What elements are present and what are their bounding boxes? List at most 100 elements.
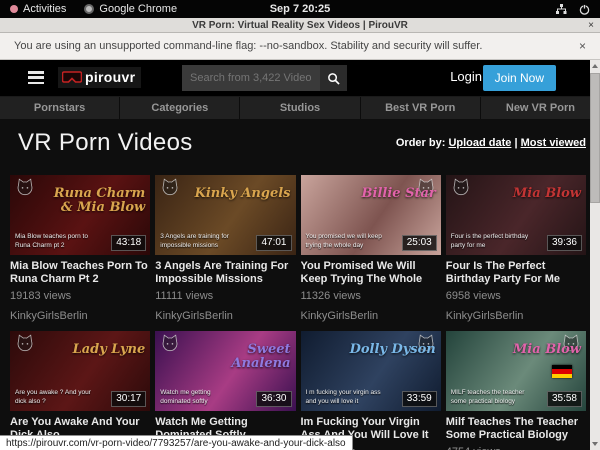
video-studio-link[interactable]: KinkyGirlsBerlin [155, 310, 295, 323]
duration-badge: 35:58 [547, 391, 582, 407]
video-title[interactable]: 3 Angels Are Training For Impossible Mis… [155, 260, 295, 286]
order-upload-date-link[interactable]: Upload date [448, 137, 511, 149]
video-card[interactable]: Sweet Analena Watch me getting dominated… [155, 331, 295, 450]
window-titlebar[interactable]: VR Porn: Virtual Reality Sex Videos | Pi… [0, 18, 600, 33]
video-title[interactable]: You Promised We Will Keep Trying The Who… [301, 260, 441, 286]
thumbnail-caption: Mia Blow teaches porn to Runa Charm pt 2 [15, 233, 96, 250]
video-card[interactable]: Dolly Dyson I m fucking your virgin ass … [301, 331, 441, 450]
main-nav: PornstarsCategoriesStudiosBest VR PornNe… [0, 96, 600, 119]
studio-cat-logo-icon [15, 334, 35, 352]
chrome-infobar: You are using an unsupported command-lin… [0, 33, 600, 60]
thumbnail-performer-name: Billie Star [362, 187, 436, 201]
video-studio-link[interactable]: KinkyGirlsBerlin [446, 310, 586, 323]
nav-item-categories[interactable]: Categories [120, 97, 240, 119]
thumbnail-caption: Watch me getting dominated softly [160, 389, 241, 406]
login-link[interactable]: Login [450, 69, 482, 84]
menu-icon[interactable] [28, 71, 44, 84]
video-thumbnail[interactable]: Billie Star You promised we will keep tr… [301, 175, 441, 255]
video-thumbnail[interactable]: Dolly Dyson I m fucking your virgin ass … [301, 331, 441, 411]
site-header: pirouvr Login Join Now [0, 60, 600, 96]
video-title[interactable]: Mia Blow Teaches Porn To Runa Charm Pt 2 [10, 260, 150, 286]
nav-item-new-vr-porn[interactable]: New VR Porn [481, 97, 600, 119]
network-icon[interactable] [555, 4, 567, 15]
video-thumbnail[interactable]: Mia Blow MILF teaches the teacher some p… [446, 331, 586, 411]
studio-cat-logo-icon [160, 178, 180, 196]
duration-badge: 39:36 [547, 235, 582, 251]
video-thumbnail[interactable]: Kinky Angels 3 Angels are training for i… [155, 175, 295, 255]
video-views: 11111 views [155, 290, 295, 302]
thumbnail-performer-name: Mia Blow [513, 343, 581, 357]
scroll-up-icon[interactable] [590, 60, 600, 72]
screen: Activities Google Chrome Sep 7 20:25 VR … [0, 0, 600, 450]
studio-cat-logo-icon [160, 334, 180, 352]
scrollbar-thumb[interactable] [590, 73, 600, 203]
studio-cat-logo-icon [451, 178, 471, 196]
thumbnail-caption: MILF teaches the teacher some practical … [451, 389, 532, 406]
order-most-viewed-link[interactable]: Most viewed [521, 137, 586, 149]
video-views: 11326 views [301, 290, 441, 302]
search-button[interactable] [320, 65, 347, 91]
video-thumbnail[interactable]: Runa Charm & Mia Blow Mia Blow teaches p… [10, 175, 150, 255]
video-thumbnail[interactable]: Sweet Analena Watch me getting dominated… [155, 331, 295, 411]
vr-goggles-icon [62, 71, 82, 83]
thumbnail-performer-name: Mia Blow [513, 187, 581, 201]
search-bar [182, 65, 347, 91]
infobar-message: You are using an unsupported command-lin… [14, 40, 482, 52]
nav-item-pornstars[interactable]: Pornstars [0, 97, 120, 119]
window-close-icon[interactable]: × [588, 20, 594, 31]
thumbnail-performer-name: Runa Charm & Mia Blow [47, 187, 145, 214]
thumbnail-performer-name: Dolly Dyson [350, 343, 436, 357]
main-content: VR Porn Videos Order by: Upload date | M… [0, 129, 600, 450]
site-logo[interactable]: pirouvr [58, 67, 141, 88]
nav-item-best-vr-porn[interactable]: Best VR Porn [361, 97, 481, 119]
status-url-bubble: https://pirouvr.com/vr-porn-video/779325… [0, 435, 353, 450]
search-icon [327, 72, 340, 85]
thumbnail-caption: 3 Angels are training for impossible mis… [160, 233, 241, 250]
video-title[interactable]: Four Is The Perfect Birthday Party For M… [446, 260, 586, 286]
window-title: VR Porn: Virtual Reality Sex Videos | Pi… [192, 20, 408, 31]
scrollbar[interactable] [590, 60, 600, 450]
search-input[interactable] [182, 65, 320, 91]
video-thumbnail[interactable]: Mia Blow Four is the perfect birthday pa… [446, 175, 586, 255]
studio-cat-logo-icon [15, 178, 35, 196]
duration-badge: 36:30 [256, 391, 291, 407]
video-views: 19183 views [10, 290, 150, 302]
german-flag-icon [552, 365, 572, 378]
thumbnail-performer-name: Sweet Analena [192, 343, 290, 370]
video-card[interactable]: Lady Lyne Are you awake ? And your dick … [10, 331, 150, 450]
duration-badge: 33:59 [402, 391, 437, 407]
logo-text: pirouvr [85, 69, 135, 85]
thumbnail-caption: Four is the perfect birthday party for m… [451, 233, 532, 250]
thumbnail-performer-name: Kinky Angels [195, 187, 291, 201]
os-top-bar: Activities Google Chrome Sep 7 20:25 [0, 0, 600, 18]
video-card[interactable]: Mia Blow MILF teaches the teacher some p… [446, 331, 586, 450]
video-views: 4754 views [446, 446, 586, 450]
order-by-label: Order by: [396, 137, 446, 149]
video-grid: Runa Charm & Mia Blow Mia Blow teaches p… [10, 175, 586, 450]
duration-badge: 25:03 [402, 235, 437, 251]
video-card[interactable]: Mia Blow Four is the perfect birthday pa… [446, 175, 586, 323]
video-studio-link[interactable]: KinkyGirlsBerlin [10, 310, 150, 323]
thumbnail-caption: I m fucking your virgin ass and you will… [306, 389, 387, 406]
video-card[interactable]: Kinky Angels 3 Angels are training for i… [155, 175, 295, 323]
video-views: 6958 views [446, 290, 586, 302]
video-card[interactable]: Billie Star You promised we will keep tr… [301, 175, 441, 323]
duration-badge: 30:17 [111, 391, 146, 407]
power-icon[interactable] [579, 4, 590, 15]
video-title[interactable]: Milf Teaches The Teacher Some Practical … [446, 416, 586, 442]
join-now-button[interactable]: Join Now [483, 65, 556, 91]
thumbnail-performer-name: Lady Lyne [73, 343, 146, 357]
video-studio-link[interactable]: KinkyGirlsBerlin [301, 310, 441, 323]
video-card[interactable]: Runa Charm & Mia Blow Mia Blow teaches p… [10, 175, 150, 323]
order-by: Order by: Upload date | Most viewed [396, 137, 586, 149]
order-separator: | [514, 137, 517, 149]
video-thumbnail[interactable]: Lady Lyne Are you awake ? And your dick … [10, 331, 150, 411]
duration-badge: 47:01 [256, 235, 291, 251]
thumbnail-caption: You promised we will keep trying the who… [306, 233, 387, 250]
thumbnail-caption: Are you awake ? And your dick also ? [15, 389, 96, 406]
clock[interactable]: Sep 7 20:25 [0, 3, 600, 15]
nav-item-studios[interactable]: Studios [240, 97, 360, 119]
infobar-close-icon[interactable]: × [579, 39, 586, 53]
scroll-down-icon[interactable] [590, 438, 600, 450]
duration-badge: 43:18 [111, 235, 146, 251]
